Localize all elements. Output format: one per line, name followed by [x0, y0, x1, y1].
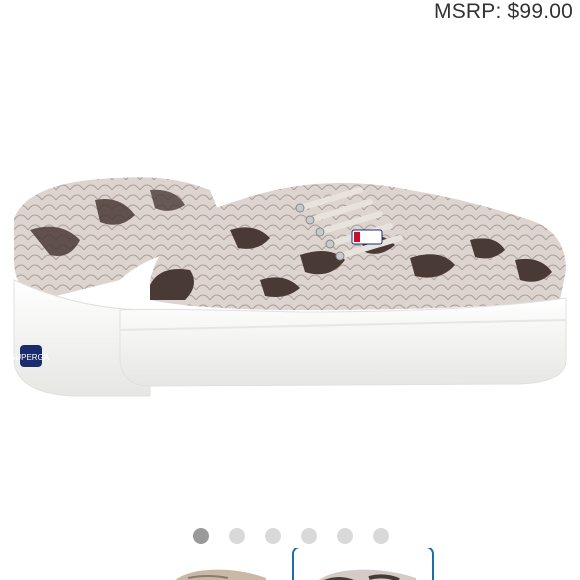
carousel-dot-4[interactable] — [301, 528, 317, 544]
thumbnail-strip — [0, 548, 580, 580]
msrp-price: MSRP: $99.00 — [434, 0, 573, 23]
thumbnail-2[interactable] — [292, 548, 434, 580]
carousel-dot-3[interactable] — [265, 528, 281, 544]
sneaker-illustration: SUPERGA — [10, 177, 567, 397]
carousel-dot-2[interactable] — [229, 528, 245, 544]
price-row: MSRP: $99.00 — [0, 0, 580, 30]
clipped-text — [28, 0, 148, 4]
product-image[interactable]: SUPERGA — [0, 160, 580, 410]
thumbnail-shoe-image — [318, 569, 416, 580]
svg-text:SUPERGA: SUPERGA — [10, 353, 50, 362]
carousel-dot-5[interactable] — [337, 528, 353, 544]
thumbnail-shoe-image — [175, 569, 266, 580]
carousel-dot-1[interactable] — [193, 528, 209, 544]
thumbnail-1[interactable] — [148, 548, 286, 580]
carousel-dot-6[interactable] — [373, 528, 389, 544]
carousel-dots — [0, 527, 580, 545]
